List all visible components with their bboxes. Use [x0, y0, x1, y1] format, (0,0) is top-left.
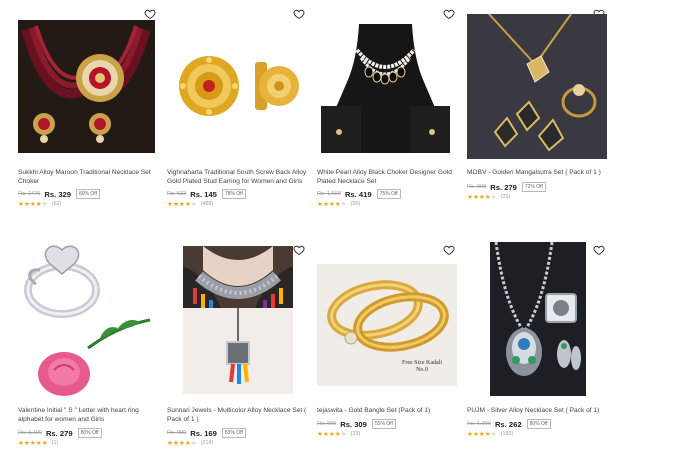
- rating-row: ★★★★★ (214): [167, 439, 213, 447]
- original-price: Rs. 699: [317, 421, 337, 427]
- price-row: Rs. 1,199 Rs. 279 80% Off: [18, 428, 102, 438]
- star-rating: ★★★★★: [167, 200, 197, 208]
- wishlist-heart-icon[interactable]: [293, 8, 305, 20]
- sale-price: Rs. 419: [344, 189, 372, 199]
- star-rating: ★★★★★: [317, 200, 347, 208]
- rating-row: ★★★★★ (62): [18, 200, 61, 208]
- sale-price: Rs. 309: [340, 419, 367, 429]
- review-count: (1): [51, 440, 59, 446]
- discount-badge: 78% Off: [221, 189, 246, 199]
- product-title[interactable]: White Pearl Alloy Black Choker Designer …: [317, 168, 457, 186]
- sale-price: Rs. 169: [190, 428, 217, 438]
- sale-price: Rs. 262: [494, 419, 522, 429]
- rating-row: ★★★★★ (33): [317, 430, 360, 438]
- original-price: Rs. 999: [167, 430, 187, 436]
- star-rating: ★★★★★: [317, 430, 347, 438]
- sale-price: Rs. 279: [490, 182, 517, 192]
- sale-price: Rs. 145: [190, 189, 217, 199]
- star-rating: ★★★★★: [167, 439, 197, 447]
- discount-badge: 75% Off: [376, 189, 401, 199]
- original-price: Rs. 533: [167, 191, 187, 197]
- price-row: Rs. 533 Rs. 145 78% Off: [167, 189, 246, 199]
- review-count: (55): [350, 201, 361, 207]
- price-row: Rs. 999 Rs. 279 72% Off: [467, 182, 546, 192]
- wishlist-heart-icon[interactable]: [144, 8, 156, 20]
- rating-row: ★★★★★ (25): [467, 193, 510, 201]
- review-count: (214): [200, 440, 214, 446]
- product-image-mangalsutra[interactable]: [467, 14, 607, 159]
- discount-badge: 55% Off: [371, 419, 396, 429]
- product-image-pearl-choker[interactable]: [317, 20, 454, 153]
- wishlist-heart-icon[interactable]: [593, 244, 605, 256]
- star-empty-icon: ★: [190, 440, 197, 447]
- discount-badge: 72% Off: [521, 182, 546, 192]
- star-empty-icon: ★: [340, 431, 347, 438]
- discount-badge: 83% Off: [221, 428, 246, 438]
- original-price: Rs. 1,399: [467, 421, 491, 427]
- star-empty-icon: ★: [490, 431, 497, 438]
- product-title[interactable]: Sukkhi Alloy Maroon Traditional Necklace…: [18, 168, 158, 186]
- product-image-gold-earrings[interactable]: [167, 20, 304, 153]
- product-image-silver-necklace[interactable]: [490, 242, 586, 396]
- review-count: (488): [200, 201, 214, 207]
- price-row: Rs. 1,699 Rs. 419 75% Off: [317, 189, 401, 199]
- star-empty-icon: ★: [340, 201, 347, 208]
- product-image-tribal-choker[interactable]: [183, 246, 293, 394]
- wishlist-heart-icon[interactable]: [443, 8, 455, 20]
- rating-row: ★★★★★ (183): [467, 430, 513, 438]
- star-empty-icon: ★: [490, 194, 497, 201]
- star-rating: ★★★★★: [467, 193, 497, 201]
- wishlist-heart-icon[interactable]: [443, 244, 455, 256]
- review-count: (25): [500, 194, 511, 200]
- product-title[interactable]: Valentine Initial " S " Letter with hear…: [18, 406, 158, 424]
- original-price: Rs. 1,199: [18, 430, 42, 436]
- star-rating: ★★★★★: [467, 430, 497, 438]
- rating-row: ★★★★★ (55): [317, 200, 360, 208]
- discount-badge: 80% Off: [77, 428, 102, 438]
- star-filled-icon: ★: [41, 440, 48, 447]
- image-caption: Free Size Kadali No.9: [402, 360, 442, 373]
- original-price: Rs. 1,699: [317, 191, 341, 197]
- rating-row: ★★★★★ (488): [167, 200, 213, 208]
- sale-price: Rs. 329: [44, 189, 71, 199]
- product-image-gold-bangles[interactable]: Free Size Kadali No.9: [317, 264, 457, 386]
- wishlist-heart-icon[interactable]: [293, 244, 305, 256]
- rating-row: ★★★★★ (1): [18, 439, 58, 447]
- price-row: Rs. 999 Rs. 169 83% Off: [167, 428, 246, 438]
- original-price: Rs. 1470: [18, 191, 41, 197]
- product-title[interactable]: MOBV - Golden Mangalsutra Set ( Pack of …: [467, 168, 607, 177]
- star-empty-icon: ★: [41, 201, 48, 208]
- price-row: Rs. 699 Rs. 309 55% Off: [317, 419, 396, 429]
- review-count: (62): [51, 201, 62, 207]
- product-title[interactable]: Vighnaharta Traditional South Screw Back…: [167, 168, 307, 186]
- product-image-initial-ring[interactable]: [18, 240, 156, 400]
- product-image-maroon-necklace[interactable]: [18, 20, 155, 153]
- review-count: (33): [350, 431, 361, 437]
- star-rating: ★★★★★: [18, 439, 48, 447]
- star-rating: ★★★★★: [18, 200, 48, 208]
- discount-badge: 80% Off: [526, 419, 551, 429]
- price-row: Rs. 1470 Rs. 329 80% Off: [18, 189, 100, 199]
- product-title[interactable]: Sunnari Jewels - Multicolor Alloy Neckla…: [167, 406, 307, 424]
- price-row: Rs. 1,399 Rs. 262 80% Off: [467, 419, 551, 429]
- review-count: (183): [500, 431, 514, 437]
- discount-badge: 80% Off: [76, 189, 100, 199]
- product-title[interactable]: tejaswita - Gold Bangle Set (Pack of 1): [317, 406, 457, 415]
- sale-price: Rs. 279: [45, 428, 73, 438]
- original-price: Rs. 999: [467, 184, 487, 190]
- star-empty-icon: ★: [190, 201, 197, 208]
- product-title[interactable]: PUJM - Silver Alloy Necklace Set ( Pack …: [467, 406, 607, 415]
